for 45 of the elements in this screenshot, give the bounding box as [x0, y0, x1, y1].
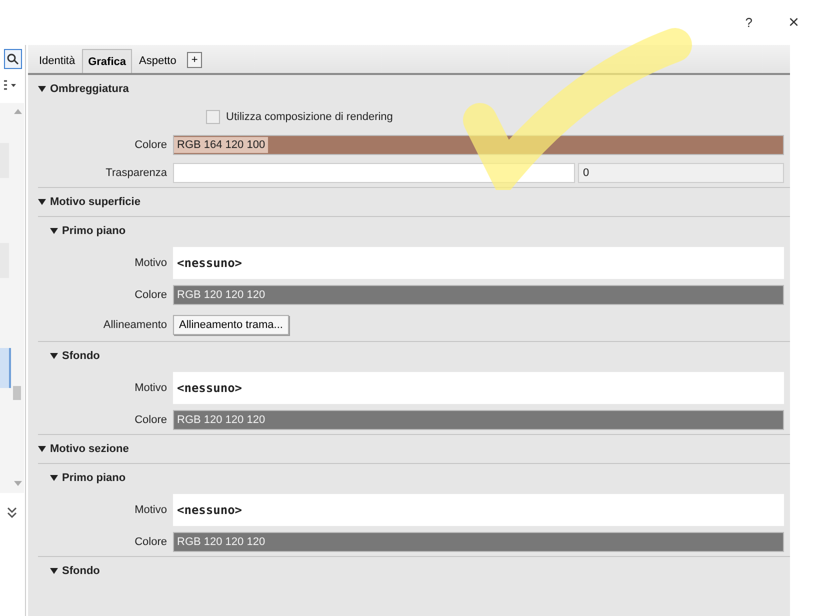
collapse-icon[interactable] [50, 352, 58, 360]
section-header: Primo piano [62, 225, 126, 237]
collapse-icon[interactable] [50, 474, 58, 482]
field-label: Colore [134, 139, 167, 151]
field-label: Allineamento [103, 319, 167, 331]
search-button[interactable] [4, 49, 22, 69]
tab[interactable]: Grafica [82, 49, 132, 73]
value-field[interactable]: 0 [578, 163, 784, 183]
section-header: Primo piano [62, 472, 126, 484]
section-header: Motivo superficie [50, 196, 140, 208]
close-button[interactable]: × [788, 12, 799, 33]
color-field[interactable]: RGB 120 120 120 [173, 285, 784, 305]
section-header: Motivo sezione [50, 443, 129, 455]
field-label: Trasparenza [106, 167, 167, 179]
collapse-icon[interactable] [38, 445, 46, 453]
field-label: Motivo [134, 257, 167, 269]
collapse-icon[interactable] [38, 85, 46, 93]
tab[interactable]: Identità [34, 49, 80, 73]
tab[interactable]: Aspetto [134, 49, 182, 73]
pattern-field[interactable]: <nessuno> [173, 247, 784, 279]
pattern-field[interactable]: <nessuno> [173, 372, 784, 404]
pattern-field[interactable]: <nessuno> [173, 494, 784, 526]
color-field[interactable]: RGB 120 120 120 [173, 532, 784, 552]
search-icon [7, 53, 19, 65]
checkbox-label: Utilizza composizione di rendering [226, 111, 393, 123]
help-button[interactable]: ? [745, 15, 752, 30]
input-field[interactable] [173, 163, 575, 183]
field-label: Colore [134, 414, 167, 426]
field-label: Motivo [134, 382, 167, 394]
color-field[interactable]: RGB 120 120 120 [173, 410, 784, 430]
menu-icon[interactable] [4, 80, 18, 90]
section-header: Sfondo [62, 350, 100, 362]
field-label: Motivo [134, 504, 167, 516]
field-label: Colore [134, 289, 167, 301]
add-tab-button[interactable]: + [187, 52, 202, 68]
section-header: Sfondo [62, 565, 100, 577]
alignment-button[interactable]: Allineamento trama... [173, 315, 289, 335]
collapse-icon[interactable] [38, 198, 46, 206]
checkbox[interactable] [206, 110, 220, 124]
field-label: Colore [134, 536, 167, 548]
collapse-icon[interactable] [50, 567, 58, 575]
expand-chevron-icon[interactable] [7, 507, 17, 519]
section-header: Ombreggiatura [50, 83, 129, 95]
scrollbar-thumb[interactable] [13, 386, 21, 400]
collapse-icon[interactable] [50, 227, 58, 235]
